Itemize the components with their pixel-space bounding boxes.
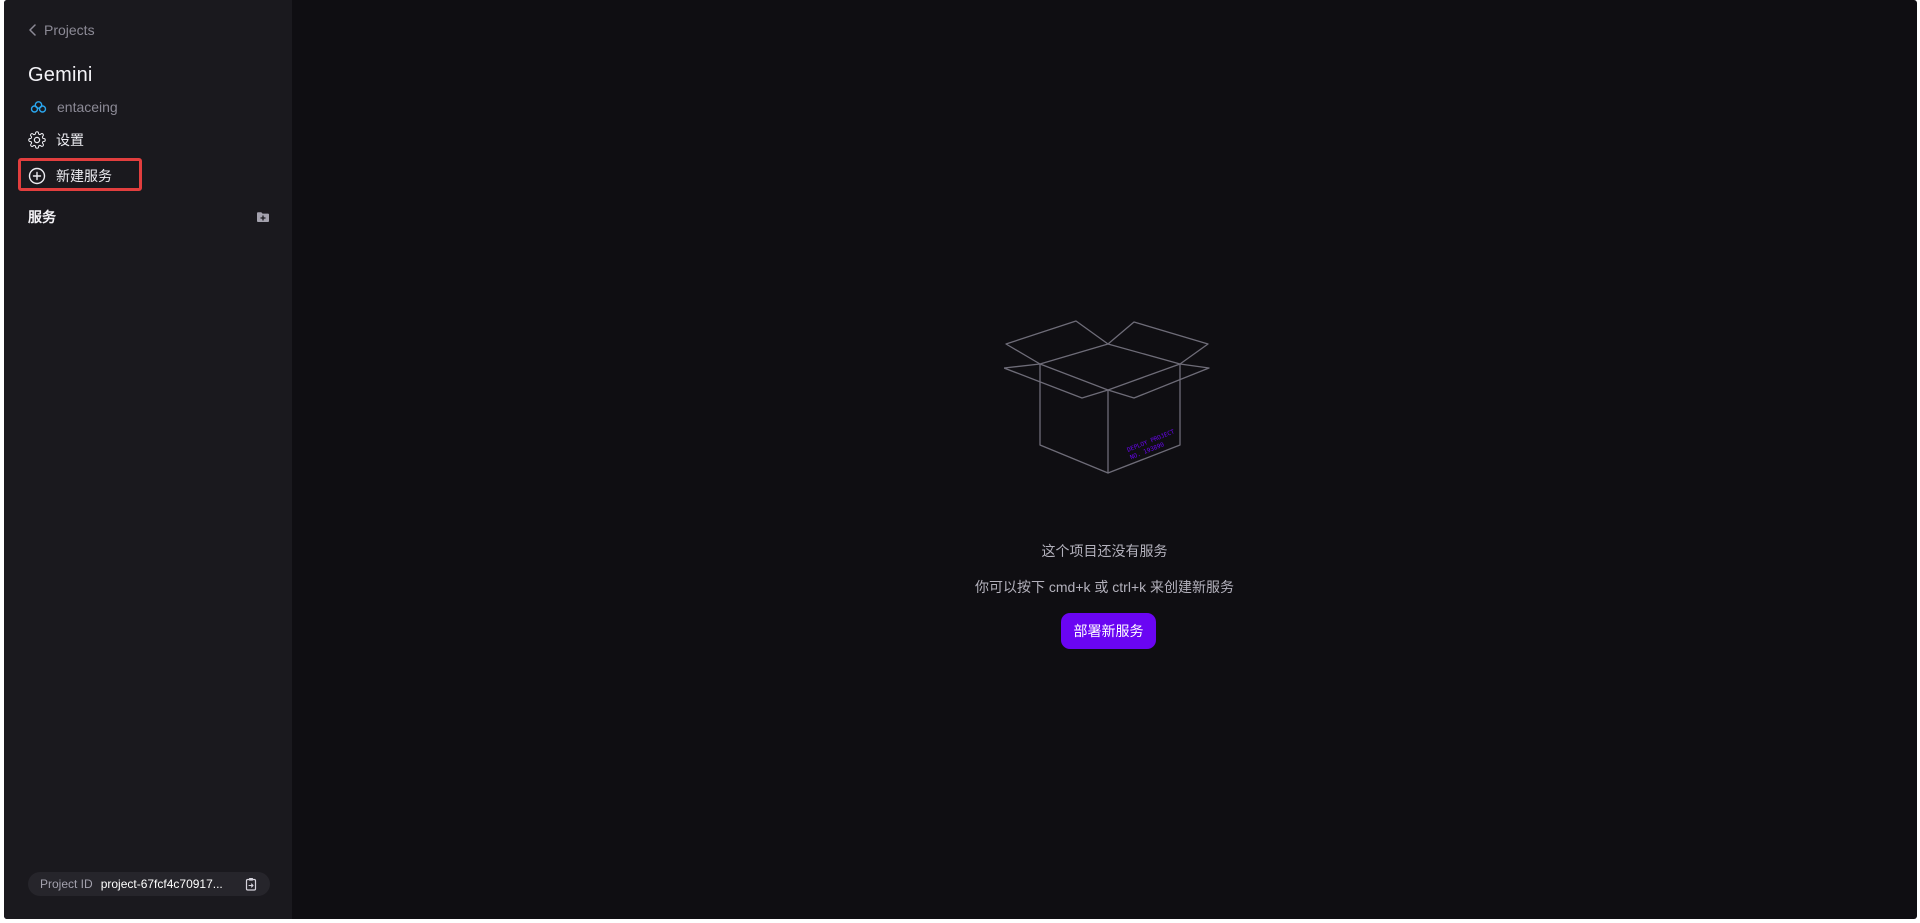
cloud-team-icon xyxy=(30,101,47,113)
open-box-illustration: DEPLOY PROJECT NO. 193890 xyxy=(1004,320,1210,474)
new-service-button[interactable]: 新建服务 xyxy=(28,166,112,186)
empty-state-title: 这个项目还没有服务 xyxy=(1041,543,1168,559)
project-id-label: Project ID xyxy=(40,877,93,891)
deploy-new-service-button[interactable]: 部署新服务 xyxy=(1061,613,1156,649)
clipboard-copy-icon[interactable] xyxy=(244,877,258,891)
settings-label: 设置 xyxy=(56,132,84,148)
app-window: Projects Gemini entaceing 设置 新建服务 服务 Pro… xyxy=(4,0,1917,919)
workspace-label: entaceing xyxy=(30,99,118,115)
project-id-chip: Project ID project-67fcf4c70917... xyxy=(28,872,270,896)
services-section-header: 服务 xyxy=(28,207,270,227)
back-link-label: Projects xyxy=(44,22,95,38)
workspace-name: entaceing xyxy=(57,99,118,115)
chevron-left-icon xyxy=(29,24,36,36)
empty-state: DEPLOY PROJECT NO. 193890 这个项目还没有服务 你可以按… xyxy=(292,0,1917,919)
gear-icon xyxy=(28,131,46,149)
sidebar: Projects Gemini entaceing 设置 新建服务 服务 Pro… xyxy=(4,0,292,919)
folder-plus-icon[interactable] xyxy=(256,211,270,223)
plus-circle-icon xyxy=(28,167,46,185)
services-header-label: 服务 xyxy=(28,209,56,225)
empty-state-hint: 你可以按下 cmd+k 或 ctrl+k 来创建新服务 xyxy=(974,579,1235,595)
new-service-label: 新建服务 xyxy=(56,168,112,184)
sidebar-item-settings[interactable]: 设置 xyxy=(28,130,84,150)
project-id-value: project-67fcf4c70917... xyxy=(100,877,223,891)
back-to-projects-link[interactable]: Projects xyxy=(28,22,95,38)
project-title: Gemini xyxy=(28,64,93,86)
